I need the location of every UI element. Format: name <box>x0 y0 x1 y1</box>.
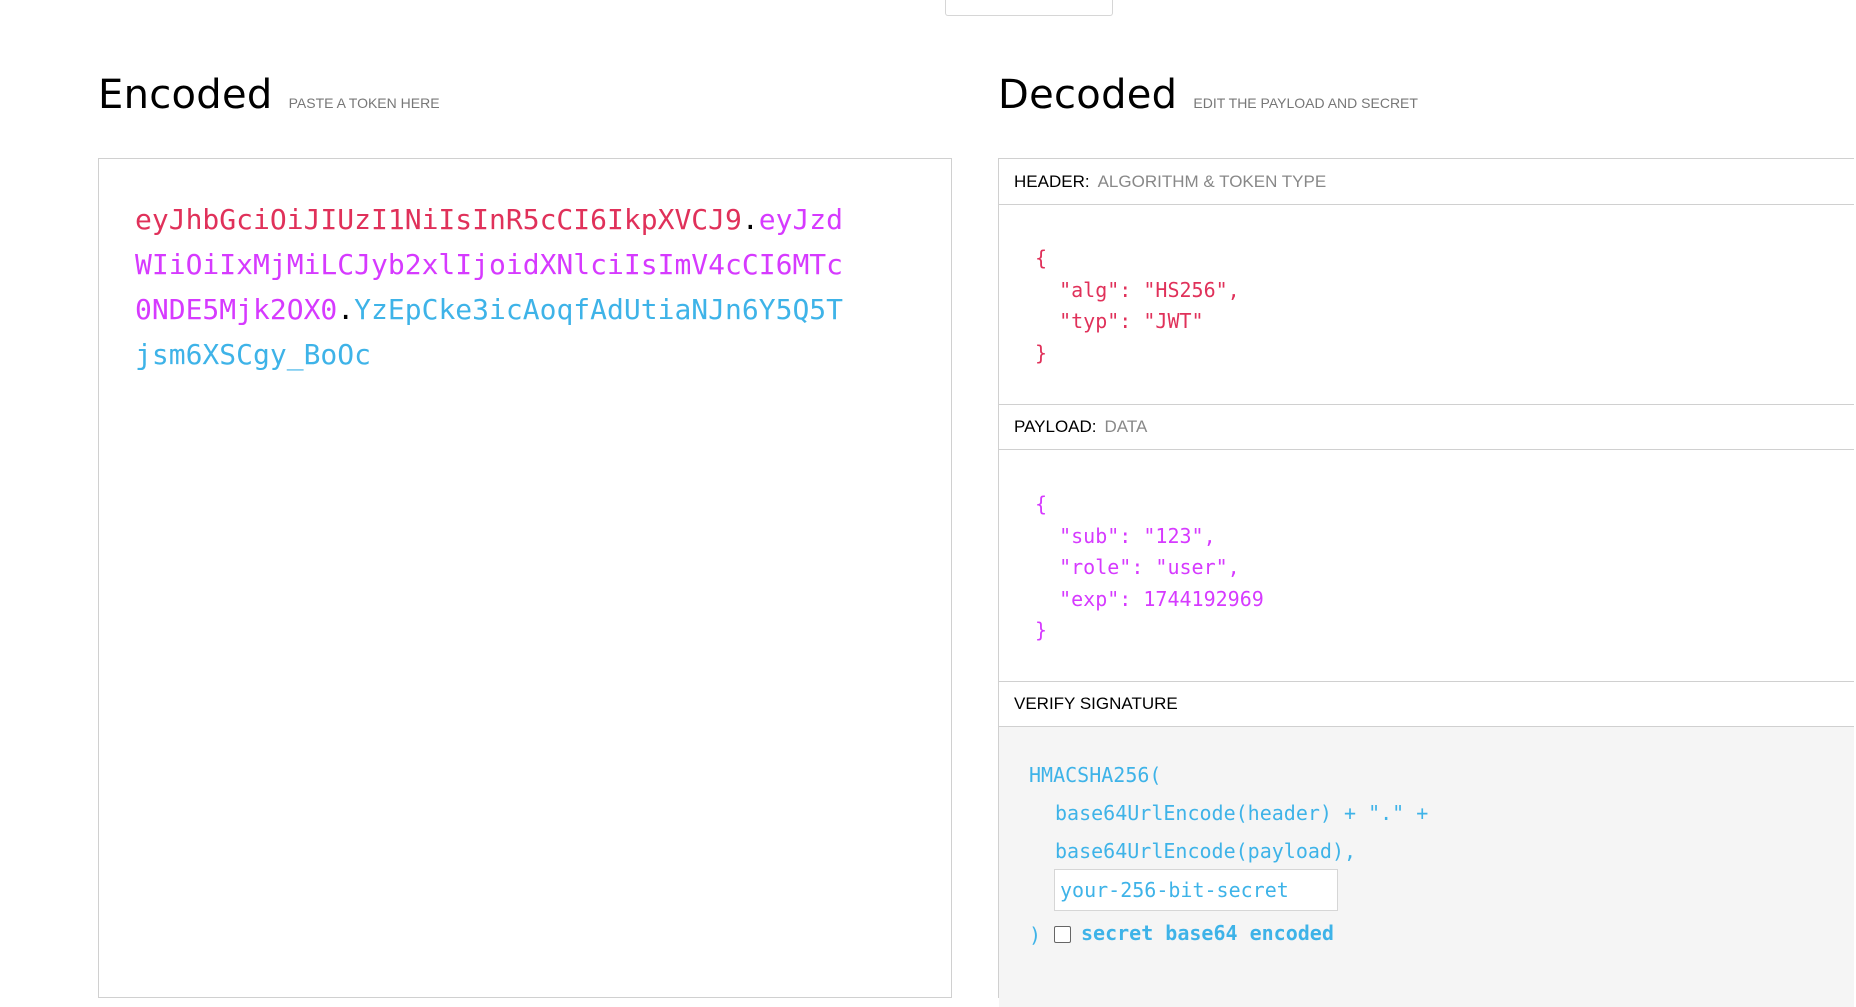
encoded-title: Encoded <box>98 72 273 118</box>
header-encode-expression: base64UrlEncode(header) + "." + <box>1055 801 1429 825</box>
payload-section-title: PAYLOAD: DATA <box>999 404 1854 450</box>
decoded-title: Decoded <box>998 72 1178 118</box>
decoded-subtitle: EDIT THE PAYLOAD AND SECRET <box>1193 95 1418 111</box>
verify-signature-body: HMACSHA256( base64UrlEncode(header) + ".… <box>999 727 1854 1007</box>
payload-label: PAYLOAD: <box>1014 417 1097 436</box>
header-section-title: HEADER: ALGORITHM & TOKEN TYPE <box>999 159 1854 205</box>
payload-encode-expression: base64UrlEncode(payload), <box>1055 839 1357 863</box>
close-paren: ) <box>1029 923 1042 947</box>
encoded-token-editor[interactable]: eyJhbGciOiJIUzI1NiIsInR5cCI6IkpXVCJ9.eyJ… <box>98 158 952 998</box>
header-description: ALGORITHM & TOKEN TYPE <box>1097 171 1327 191</box>
token-dot: . <box>741 203 759 236</box>
payload-description: DATA <box>1104 417 1148 436</box>
base64-secret-label[interactable]: secret base64 encoded <box>1081 921 1334 945</box>
payload-json-editor[interactable]: { "sub": "123", "role": "user", "exp": 1… <box>1035 489 1264 647</box>
header-json-editor[interactable]: { "alg": "HS256", "typ": "JWT" } <box>1035 243 1240 369</box>
encoded-subtitle: PASTE A TOKEN HERE <box>288 95 440 111</box>
token-dot: . <box>337 293 355 326</box>
secret-input[interactable] <box>1054 869 1338 911</box>
verify-section-title: VERIFY SIGNATURE <box>999 681 1854 727</box>
hmac-function-name: HMACSHA256( <box>1029 763 1162 787</box>
token-header-part: eyJhbGciOiJIUzI1NiIsInR5cCI6IkpXVCJ9 <box>135 203 742 236</box>
verify-label: VERIFY SIGNATURE <box>1014 694 1178 713</box>
encoded-heading: Encoded PASTE A TOKEN HERE <box>98 72 440 118</box>
base64-secret-checkbox[interactable] <box>1054 926 1071 943</box>
header-label: HEADER: <box>1014 171 1090 191</box>
top-tab[interactable] <box>945 0 1113 16</box>
decoded-heading: Decoded EDIT THE PAYLOAD AND SECRET <box>998 72 1418 118</box>
decoded-panel: HEADER: ALGORITHM & TOKEN TYPE { "alg": … <box>998 158 1854 1007</box>
encoded-token[interactable]: eyJhbGciOiJIUzI1NiIsInR5cCI6IkpXVCJ9.eyJ… <box>135 197 855 377</box>
